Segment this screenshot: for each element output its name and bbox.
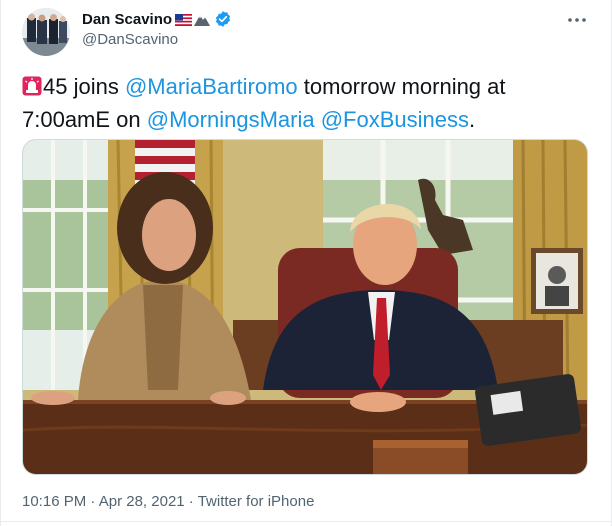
divider bbox=[1, 521, 612, 522]
mention-link-morningsmaria[interactable]: @MorningsMaria bbox=[147, 107, 315, 132]
mention-link-foxbusiness[interactable]: @FoxBusiness bbox=[321, 107, 469, 132]
tweet-text: 45 joins @MariaBartiromo tomorrow mornin… bbox=[22, 70, 587, 136]
avatar-image bbox=[22, 8, 70, 56]
us-flag-icon bbox=[175, 13, 193, 26]
police-light-icon bbox=[22, 72, 42, 96]
tweet-meta: 10:16 PM · Apr 28, 2021 · Twitter for iP… bbox=[22, 493, 314, 510]
verified-badge-icon bbox=[214, 10, 232, 28]
mountain-icon bbox=[194, 13, 211, 26]
tweet-time-link[interactable]: 10:16 PM bbox=[22, 493, 86, 510]
more-options-button[interactable] bbox=[565, 10, 589, 30]
tweet-source-link[interactable]: Twitter for iPhone bbox=[198, 493, 315, 510]
author-name-row[interactable]: Dan Scavino bbox=[82, 10, 232, 28]
mention-link-mariabartiromo[interactable]: @MariaBartiromo bbox=[125, 74, 298, 99]
meta-separator: · bbox=[86, 493, 99, 510]
author-display-name[interactable]: Dan Scavino bbox=[82, 11, 172, 28]
tweet-card: Dan Scavino @DanScavino 45 joins @MariaB… bbox=[0, 0, 612, 526]
tweet-date-link[interactable]: Apr 28, 2021 bbox=[99, 493, 185, 510]
meta-separator-2: · bbox=[184, 493, 198, 510]
ellipsis-icon bbox=[568, 18, 586, 22]
tweet-text-segment-1: 45 joins bbox=[43, 74, 125, 99]
avatar[interactable] bbox=[22, 8, 70, 56]
author-handle[interactable]: @DanScavino bbox=[82, 31, 178, 48]
tweet-text-segment-4: . bbox=[468, 107, 476, 132]
photo-image bbox=[23, 140, 587, 474]
tweet-photo[interactable] bbox=[22, 139, 588, 475]
